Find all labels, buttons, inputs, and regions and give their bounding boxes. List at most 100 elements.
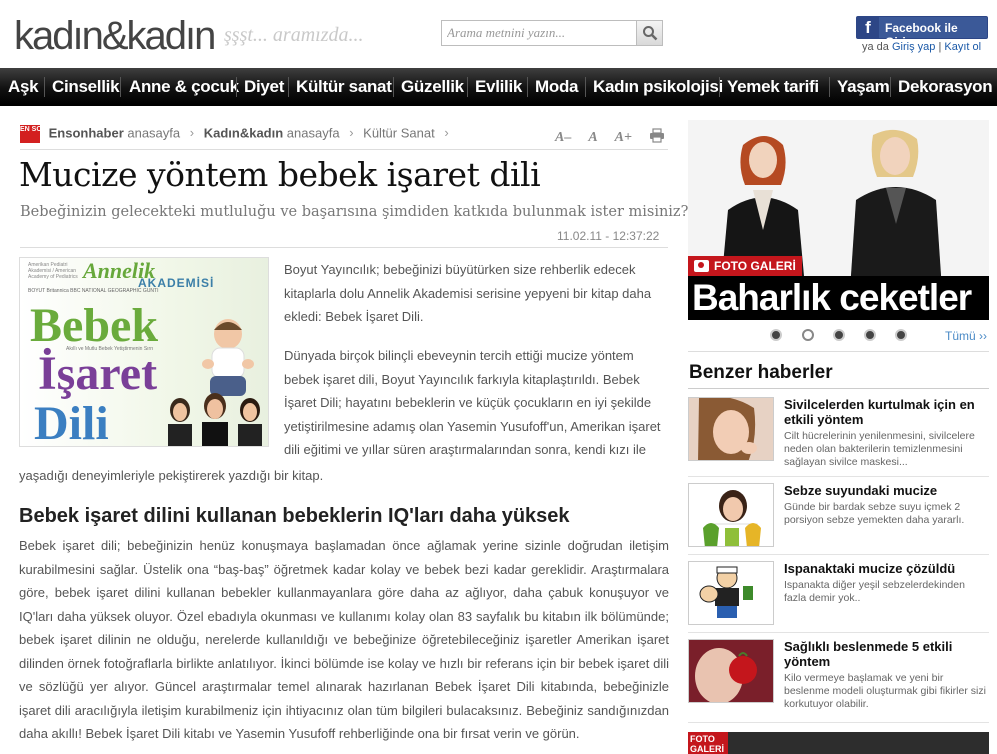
nav-separator (829, 77, 830, 97)
woman-face-image (689, 398, 773, 460)
breadcrumb-item-ensonhaber[interactable]: Ensonhaber anasayfa (49, 125, 181, 140)
nav-item-yemek-tarifi[interactable]: Yemek tarifi (727, 68, 819, 106)
nav-item-diyet[interactable]: Diyet (244, 68, 284, 106)
divider (688, 388, 989, 389)
breadcrumb-item-kultur-sanat[interactable]: Kültür Sanat (363, 125, 435, 140)
divider (688, 351, 989, 352)
camera-icon (694, 260, 709, 272)
nav-separator (236, 77, 237, 97)
search-button[interactable] (636, 21, 662, 45)
healthy-eating-image (689, 640, 773, 702)
related-item-title[interactable]: Sebze suyundaki mucize (784, 483, 988, 498)
site-header: kadın&kadın şşşt... aramızda... f Facebo… (0, 0, 997, 68)
divider (20, 149, 668, 150)
nav-item-dekorasyon[interactable]: Dekorasyon (898, 68, 993, 106)
facebook-login-button[interactable]: f Facebook ile Giriş (856, 16, 988, 49)
related-thumbnail[interactable] (688, 561, 774, 625)
nav-item-anne-cocuk[interactable]: Anne & çocuk (129, 68, 239, 106)
book-cover-image: Amerikan Pediatri Akademisi / American A… (19, 257, 269, 447)
related-item-title[interactable]: Sağlıklı beslenmede 5 etkili yöntem (784, 639, 988, 669)
related-item-desc: Kilo vermeye başlamak ve yeni bir beslen… (784, 672, 986, 710)
divider (688, 632, 989, 633)
nav-separator (393, 77, 394, 97)
ensonhaber-badge[interactable]: EN SON HABER (20, 125, 74, 143)
related-thumbnail[interactable] (688, 397, 774, 461)
related-item-desc: Cilt hücrelerinin yenilenmesini, sivilce… (784, 430, 975, 468)
pager-dot-active[interactable] (802, 329, 814, 341)
divider (688, 554, 989, 555)
article-heading: Bebek işaret dilini kullanan bebeklerin … (19, 505, 570, 527)
site-logo[interactable]: kadın&kadın (14, 14, 216, 59)
font-decrease-button[interactable]: A– (555, 130, 571, 145)
breadcrumb: EN SON HABER Ensonhaber anasayfa › Kadın… (20, 125, 455, 145)
nav-separator (585, 77, 586, 97)
chevron-right-icon: › (189, 125, 195, 141)
facebook-icon: f (857, 17, 879, 38)
search-icon (643, 26, 658, 41)
nav-separator (44, 77, 45, 97)
register-link[interactable]: Kayıt ol (944, 41, 981, 53)
article-paragraph: Bebek işaret dili; bebeğinizin henüz kon… (19, 538, 669, 741)
related-news-title: Benzer haberler (689, 362, 833, 383)
related-item-title[interactable]: Ispanaktaki mucize çözüldü (784, 561, 988, 576)
login-separator: | (938, 41, 942, 53)
article-date: 11.02.11 - 12:37:22 (557, 229, 660, 243)
nav-item-guzellik[interactable]: Güzellik (401, 68, 464, 106)
related-item-desc: Ispanakta diğer yeşil sebzelerdekinden f… (784, 579, 965, 604)
pager-dot[interactable] (895, 329, 907, 341)
search-input[interactable] (442, 21, 636, 45)
cover-tagline: Akıllı ve Mutlu Bebek Yetiştirmenin Sırr… (66, 346, 154, 352)
article-paragraph: Dünyada birçok bilinçli ebeveynin tercih… (284, 348, 661, 457)
site-tagline: şşşt... aramızda... (224, 24, 364, 46)
vegetable-juice-image (689, 484, 773, 546)
chevron-right-icon: › (444, 125, 449, 141)
nav-separator (467, 77, 468, 97)
related-item-title[interactable]: Sivilcelerden kurtulmak için en etkili y… (784, 397, 988, 427)
text-size-tools: A– A A+ (555, 128, 665, 146)
breadcrumb-item-kadinkadin[interactable]: Kadın&kadın anasayfa (204, 125, 340, 140)
article-title: Mucize yöntem bebek işaret dili (19, 155, 541, 194)
cover-title-line1: Bebek (30, 299, 159, 352)
nav-item-evlilik[interactable]: Evlilik (475, 68, 522, 106)
login-prefix: ya da (862, 41, 889, 53)
login-links: ya da Giriş yap | Kayıt ol (862, 41, 981, 53)
photo-gallery[interactable]: FOTO GALERİ Baharlık ceketler (688, 120, 989, 320)
search-box (441, 20, 663, 46)
nav-item-ask[interactable]: Aşk (8, 68, 39, 106)
chevron-right-icon: › (349, 125, 354, 141)
divider (688, 476, 989, 477)
main-nav: Aşk Cinsellik Anne & çocuk Diyet Kültür … (0, 68, 997, 106)
nav-separator (719, 77, 720, 97)
nav-separator (288, 77, 289, 97)
pager-dot[interactable] (770, 329, 782, 341)
article-subtitle: Bebeğinizin gelecekteki mutluluğu ve baş… (20, 204, 689, 220)
font-increase-button[interactable]: A+ (615, 130, 632, 145)
pager-dot[interactable] (864, 329, 876, 341)
nav-item-kultur-sanat[interactable]: Kültür sanat (296, 68, 392, 106)
article-paragraph: Boyut Yayıncılık; bebeğinizi büyütürken … (284, 262, 652, 324)
nav-separator (120, 77, 121, 97)
cover-title-line3: Dili (34, 397, 109, 447)
divider (688, 722, 989, 723)
gallery-all-link[interactable]: Tümü ›› (945, 329, 987, 343)
gallery-caption[interactable]: Baharlık ceketler (688, 276, 989, 320)
nav-item-kadin-psikolojisi[interactable]: Kadın psikolojisi (593, 68, 723, 106)
font-reset-button[interactable]: A (588, 130, 597, 145)
login-link[interactable]: Giriş yap (892, 41, 935, 53)
nav-separator (527, 77, 528, 97)
article-paragraph: yaşadığı deneyimleriyle pekiştirerek yaz… (19, 468, 324, 483)
popeye-image (689, 562, 773, 624)
pager-dot[interactable] (833, 329, 845, 341)
print-icon[interactable] (649, 128, 665, 143)
nav-item-moda[interactable]: Moda (535, 68, 578, 106)
bottom-gallery-teaser[interactable]: FOTO GALERİ (688, 732, 989, 754)
cover-title-line2: İşaret (38, 347, 158, 400)
related-thumbnail[interactable] (688, 483, 774, 547)
nav-item-yasam[interactable]: Yaşam (837, 68, 890, 106)
related-item-desc: Günde bir bardak sebze suyu içmek 2 pors… (784, 501, 965, 526)
related-thumbnail[interactable] (688, 639, 774, 703)
divider (20, 247, 668, 248)
cover-publisher-logos: BOYUT Britannica BBC NATIONAL GEOGRAPHIC… (28, 288, 159, 294)
nav-item-cinsellik[interactable]: Cinsellik (52, 68, 120, 106)
cover-publisher-note: Amerikan Pediatri Akademisi / American A… (28, 262, 78, 280)
